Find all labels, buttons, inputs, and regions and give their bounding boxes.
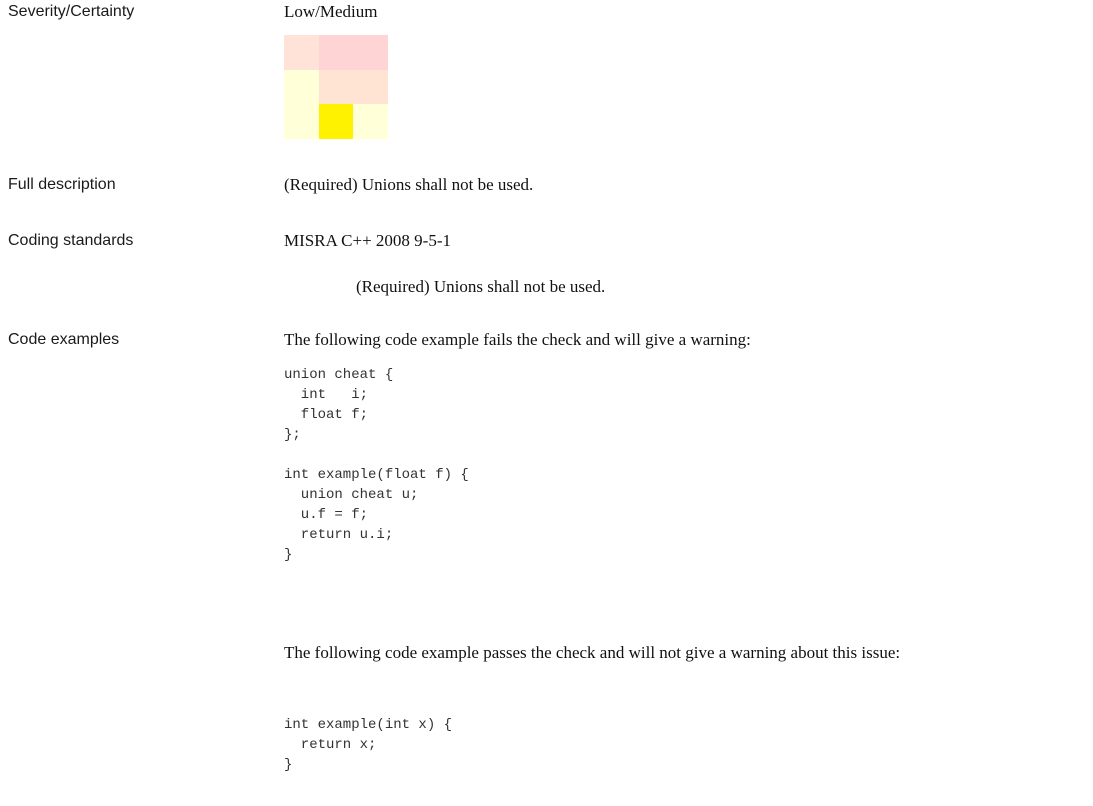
severity-certainty-value: Low/Medium <box>284 2 378 21</box>
matrix-cell-r2-c0 <box>284 104 319 139</box>
matrix-cell-r2-c1 <box>318 104 354 139</box>
pass-code-block: int example(int x) { return x; } <box>284 717 453 773</box>
matrix-cell-r1-c0 <box>284 69 319 105</box>
matrix-cell-r1-c2 <box>353 69 388 105</box>
code-examples-label: Code examples <box>8 331 120 348</box>
pass-example-intro: The following code example passes the ch… <box>284 643 901 662</box>
fail-example-intro: The following code example fails the che… <box>284 330 751 349</box>
severity-certainty-label: Severity/Certainty <box>8 3 135 20</box>
coding-standards-label: Coding standards <box>8 232 134 249</box>
coding-standard-name: MISRA C++ 2008 9-5-1 <box>284 231 451 250</box>
coding-standard-rule-text: (Required) Unions shall not be used. <box>356 277 606 296</box>
full-description-text: (Required) Unions shall not be used. <box>284 175 534 194</box>
matrix-cell-r0-c2 <box>353 35 388 70</box>
matrix-cell-r1-c1 <box>318 69 354 105</box>
matrix-cell-r0-c1 <box>318 35 354 70</box>
matrix-cell-r0-c0 <box>284 35 319 70</box>
severity-certainty-matrix <box>284 35 388 139</box>
fail-code-block: union cheat { int i; float f; }; int exa… <box>284 367 469 563</box>
matrix-cell-r2-c2 <box>353 104 388 139</box>
full-description-label: Full description <box>8 176 116 193</box>
